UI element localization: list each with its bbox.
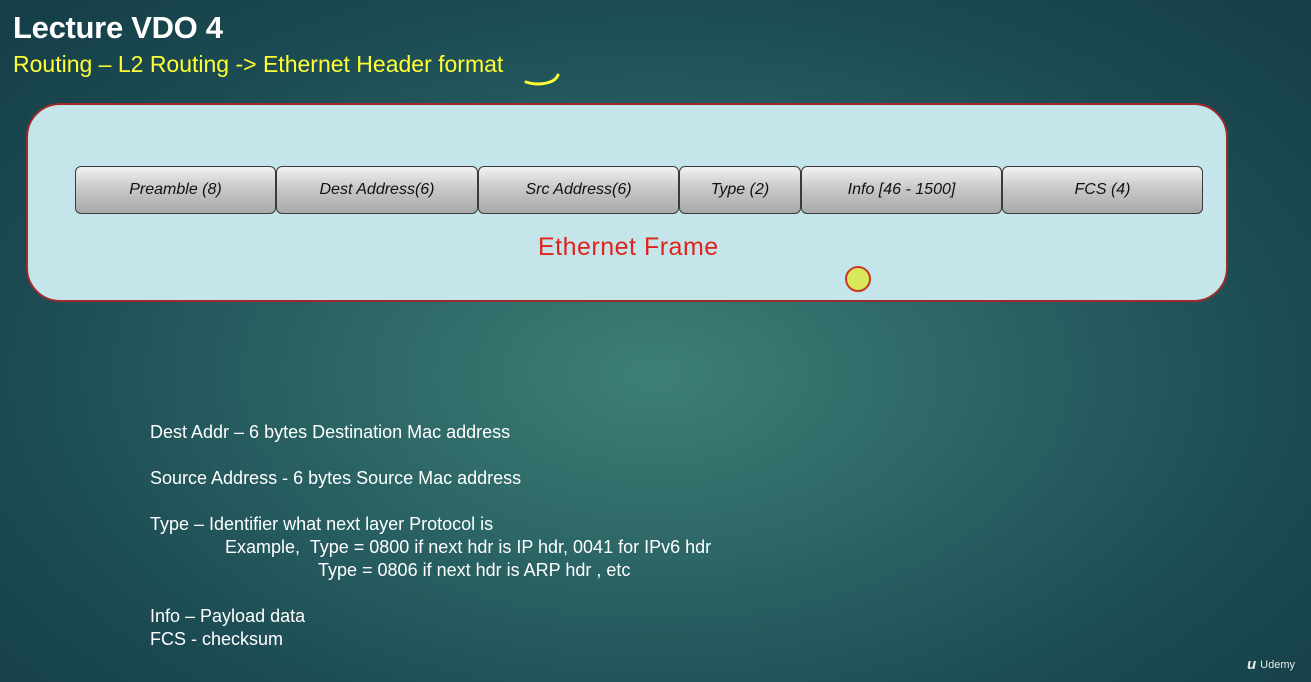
field-type: Type (2) [679,166,801,214]
note-fcs: FCS - checksum [150,629,284,649]
ethernet-frame-label: Ethernet Frame [538,233,719,261]
udemy-watermark-text: Udemy [1260,658,1295,671]
note-type-example-1: Example, Type = 0800 if next hdr is IP h… [225,537,712,557]
note-type: Type – Identifier what next layer Protoc… [150,514,494,534]
lecture-title: Lecture VDO 4 [13,10,223,45]
lecture-subtitle: Routing – L2 Routing -> Ethernet Header … [13,51,504,77]
cursor-highlight-icon [845,266,871,292]
field-preamble: Preamble (8) [75,166,276,214]
note-type-example-2: Type = 0806 if next hdr is ARP hdr , etc [318,560,631,580]
pen-underline-mark [524,73,560,86]
field-src-address: Src Address(6) [478,166,679,214]
note-source-address: Source Address - 6 bytes Source Mac addr… [150,468,522,488]
field-fcs: FCS (4) [1002,166,1203,214]
field-info: Info [46 - 1500] [801,166,1002,214]
note-dest-addr: Dest Addr – 6 bytes Destination Mac addr… [150,422,511,442]
ethernet-frame-fields: Preamble (8) Dest Address(6) Src Address… [75,166,1203,214]
note-info: Info – Payload data [150,606,306,626]
udemy-logo-icon: u [1246,656,1257,673]
notes-block: Dest Addr – 6 bytes Destination Mac addr… [150,421,711,651]
field-dest-address: Dest Address(6) [276,166,478,214]
udemy-watermark: u Udemy [1247,656,1295,673]
